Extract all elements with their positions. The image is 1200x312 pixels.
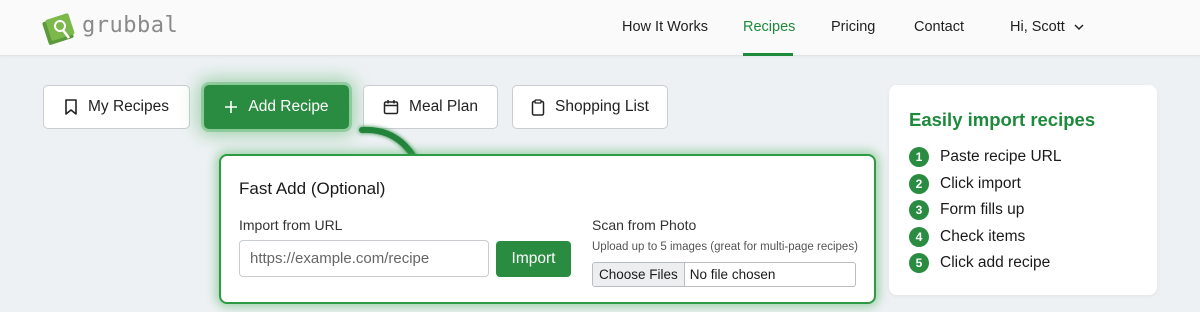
import-steps-list: 1 Paste recipe URL 2 Click import 3 Form… — [909, 144, 1061, 277]
list-item: 3 Form fills up — [909, 197, 1061, 224]
list-item: 2 Click import — [909, 171, 1061, 198]
tab-add-recipe[interactable]: Add Recipe — [204, 85, 349, 129]
nav-pricing[interactable]: Pricing — [831, 19, 875, 35]
step-text: Paste recipe URL — [940, 148, 1062, 166]
tab-label: My Recipes — [88, 98, 169, 115]
tab-label: Add Recipe — [248, 98, 329, 115]
tab-label: Shopping List — [555, 98, 649, 115]
step-text: Check items — [940, 227, 1026, 245]
step-number-badge: 2 — [909, 173, 929, 194]
tab-my-recipes[interactable]: My Recipes — [43, 85, 190, 129]
import-steps-card: Easily import recipes 1 Paste recipe URL… — [889, 85, 1157, 295]
step-number-badge: 4 — [909, 226, 929, 247]
brand-name: grubbal — [82, 12, 179, 38]
list-item: 1 Paste recipe URL — [909, 144, 1061, 171]
brand-logo[interactable]: grubbal — [42, 9, 178, 47]
import-url-label: Import from URL — [239, 217, 343, 233]
fast-add-title: Fast Add (Optional) — [239, 179, 386, 198]
nav-contact[interactable]: Contact — [914, 19, 964, 35]
plus-icon — [225, 101, 238, 113]
scan-photo-label: Scan from Photo — [592, 217, 697, 233]
step-number-badge: 3 — [909, 200, 929, 221]
step-number-badge: 1 — [909, 147, 929, 168]
step-text: Click import — [940, 174, 1021, 192]
user-menu[interactable]: Hi, Scott — [1010, 19, 1085, 35]
fast-add-panel: Fast Add (Optional) Import from URL Impo… — [219, 154, 876, 304]
import-url-input[interactable] — [239, 240, 489, 277]
clipboard-icon — [531, 98, 545, 116]
import-steps-title: Easily import recipes — [909, 109, 1096, 130]
list-item: 5 Click add recipe — [909, 250, 1061, 277]
list-item: 4 Check items — [909, 224, 1061, 251]
step-text: Form fills up — [940, 201, 1025, 219]
calendar-icon — [383, 100, 399, 115]
import-button[interactable]: Import — [496, 241, 571, 277]
step-text: Click add recipe — [940, 254, 1051, 272]
nav-recipes[interactable]: Recipes — [743, 19, 795, 35]
logo-icon — [42, 13, 75, 45]
nav-how-it-works[interactable]: How It Works — [622, 19, 708, 35]
file-upload-field[interactable]: Choose Files No file chosen — [592, 262, 856, 287]
scan-photo-hint: Upload up to 5 images (great for multi-p… — [592, 241, 858, 253]
file-status-text: No file chosen — [689, 267, 776, 282]
choose-files-button[interactable]: Choose Files — [593, 263, 685, 286]
tab-label: Meal Plan — [409, 98, 478, 115]
step-number-badge: 5 — [909, 253, 929, 274]
chevron-down-icon — [1074, 24, 1084, 31]
bookmark-icon — [65, 99, 77, 115]
user-menu-label: Hi, Scott — [1010, 19, 1065, 35]
tab-shopping-list[interactable]: Shopping List — [512, 85, 668, 129]
nav-active-indicator — [743, 53, 793, 56]
top-navbar: grubbal How It Works Recipes Pricing Con… — [0, 0, 1200, 56]
